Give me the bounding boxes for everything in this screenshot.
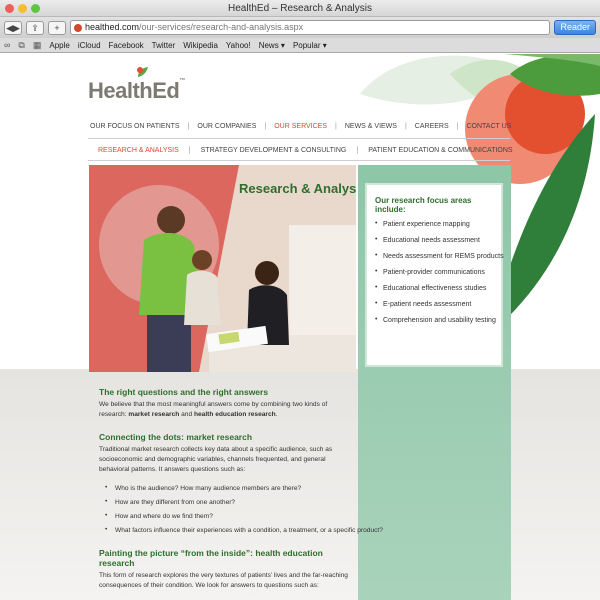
market-research-questions: Who is the audience? How many audience m… — [105, 484, 383, 534]
text-span: and — [179, 411, 194, 418]
hero-image: Research & Analysis — [89, 165, 356, 372]
bookmark-wikipedia[interactable]: Wikipedia — [183, 41, 218, 50]
list-item: How and where do we find them? — [105, 512, 355, 520]
reader-button[interactable]: Reader — [554, 20, 596, 35]
section-text-market-research: Traditional market research collects key… — [99, 446, 333, 473]
window-titlebar: HealthEd – Research & Analysis — [0, 0, 600, 17]
plus-icon: + — [54, 22, 60, 33]
logo-text: HealthEd — [88, 78, 180, 103]
healthed-logo[interactable]: HealthEd™ — [88, 78, 185, 104]
list-item: Patient-provider communications — [375, 268, 493, 276]
web-page: HealthEd™ OUR FOCUS ON PATIENTS | OUR CO… — [0, 54, 600, 600]
subnav-strategy-development[interactable]: STRATEGY DEVELOPMENT & CONSULTING — [191, 147, 357, 154]
bold-text: health education research — [193, 411, 276, 418]
browser-toolbar: ◀▶ ⇪ + healthed.com/our-services/researc… — [0, 17, 600, 38]
url-path: /our-services/research-and-analysis.aspx — [139, 22, 304, 32]
top-sites-icon[interactable]: ▦ — [33, 40, 42, 51]
address-bar[interactable]: healthed.com/our-services/research-and-a… — [70, 20, 551, 35]
nav-news-and-views[interactable]: NEWS & VIEWS — [337, 123, 405, 130]
hero-photo-people-icon — [89, 165, 356, 372]
subnav-patient-education[interactable]: PATIENT EDUCATION & COMMUNICATIONS — [358, 147, 522, 154]
bookmark-news[interactable]: News ▾ — [259, 41, 285, 50]
section-heading-right-questions: The right questions and the right answer… — [99, 387, 269, 397]
back-forward-button[interactable]: ◀▶ — [4, 20, 22, 35]
logo-trademark: ™ — [179, 78, 185, 84]
main-content: The right questions and the right answer… — [99, 387, 383, 599]
section-text-right-questions: We believe that the most meaningful answ… — [99, 400, 355, 420]
focus-areas-list: Patient experience mapping Educational n… — [375, 220, 504, 324]
bookmark-yahoo[interactable]: Yahoo! — [226, 41, 251, 50]
section-heading-market-research: Connecting the dots: market research — [99, 432, 253, 442]
window-controls — [5, 4, 40, 13]
list-item: Who is the audience? How many audience m… — [105, 484, 355, 492]
bookmarks-book-icon[interactable]: ⧉ — [18, 40, 24, 51]
add-button[interactable]: + — [48, 20, 66, 35]
focus-areas-heading: Our research focus areas include: — [375, 196, 472, 214]
reading-list-icon[interactable]: ∞ — [4, 40, 10, 50]
bookmark-facebook[interactable]: Facebook — [109, 41, 144, 50]
bookmark-twitter[interactable]: Twitter — [152, 41, 176, 50]
site-favicon-icon — [74, 24, 82, 32]
subnav-divider — [88, 160, 510, 161]
bookmark-apple[interactable]: Apple — [49, 41, 69, 50]
nav-our-services[interactable]: OUR SERVICES — [266, 123, 335, 130]
text-span: . — [275, 411, 278, 418]
list-item: E-patient needs assessment — [375, 300, 493, 308]
hero-title: Research & Analysis — [239, 181, 356, 196]
nav-careers[interactable]: CAREERS — [407, 123, 457, 130]
nav-our-focus-on-patients[interactable]: OUR FOCUS ON PATIENTS — [88, 123, 188, 130]
bookmark-icloud[interactable]: iCloud — [78, 41, 101, 50]
bold-text: market research — [128, 411, 180, 418]
list-item: How are they different from one another? — [105, 498, 355, 506]
share-button[interactable]: ⇪ — [26, 20, 44, 35]
focus-areas-box: Our research focus areas include: Patien… — [365, 183, 504, 367]
nav-our-companies[interactable]: OUR COMPANIES — [189, 123, 264, 130]
minimize-window-button[interactable] — [18, 4, 27, 13]
section-text-health-education: This form of research explores the very … — [99, 572, 348, 589]
list-item: What factors influence their experiences… — [105, 526, 383, 534]
section-heading-health-education: Painting the picture “from the inside”: … — [99, 548, 323, 568]
share-icon: ⇪ — [31, 22, 39, 33]
nav-divider — [88, 138, 510, 139]
close-window-button[interactable] — [5, 4, 14, 13]
subnav-research-and-analysis[interactable]: RESEARCH & ANALYSIS — [88, 147, 189, 154]
nav-contact-us[interactable]: CONTACT US — [458, 123, 519, 130]
list-item: Patient experience mapping — [375, 220, 493, 228]
sub-navigation: RESEARCH & ANALYSIS | STRATEGY DEVELOPME… — [88, 147, 523, 154]
bookmarks-bar: ∞ ⧉ ▦ Apple iCloud Facebook Twitter Wiki… — [0, 38, 600, 53]
main-navigation: OUR FOCUS ON PATIENTS | OUR COMPANIES | … — [88, 123, 519, 130]
zoom-window-button[interactable] — [31, 4, 40, 13]
list-item: Educational needs assessment — [375, 236, 493, 244]
logo-leaf-icon — [137, 67, 148, 77]
list-item: Needs assessment for REMS products — [375, 252, 504, 260]
sidebar-panel: Our research focus areas include: Patien… — [358, 165, 511, 600]
list-item: Comprehension and usability testing — [375, 316, 496, 324]
window-title: HealthEd – Research & Analysis — [228, 3, 372, 14]
list-item: Educational effectiveness studies — [375, 284, 493, 292]
back-arrow-icon: ◀▶ — [6, 22, 20, 33]
url-host: healthed.com — [85, 22, 140, 32]
bookmark-popular[interactable]: Popular ▾ — [293, 41, 327, 50]
